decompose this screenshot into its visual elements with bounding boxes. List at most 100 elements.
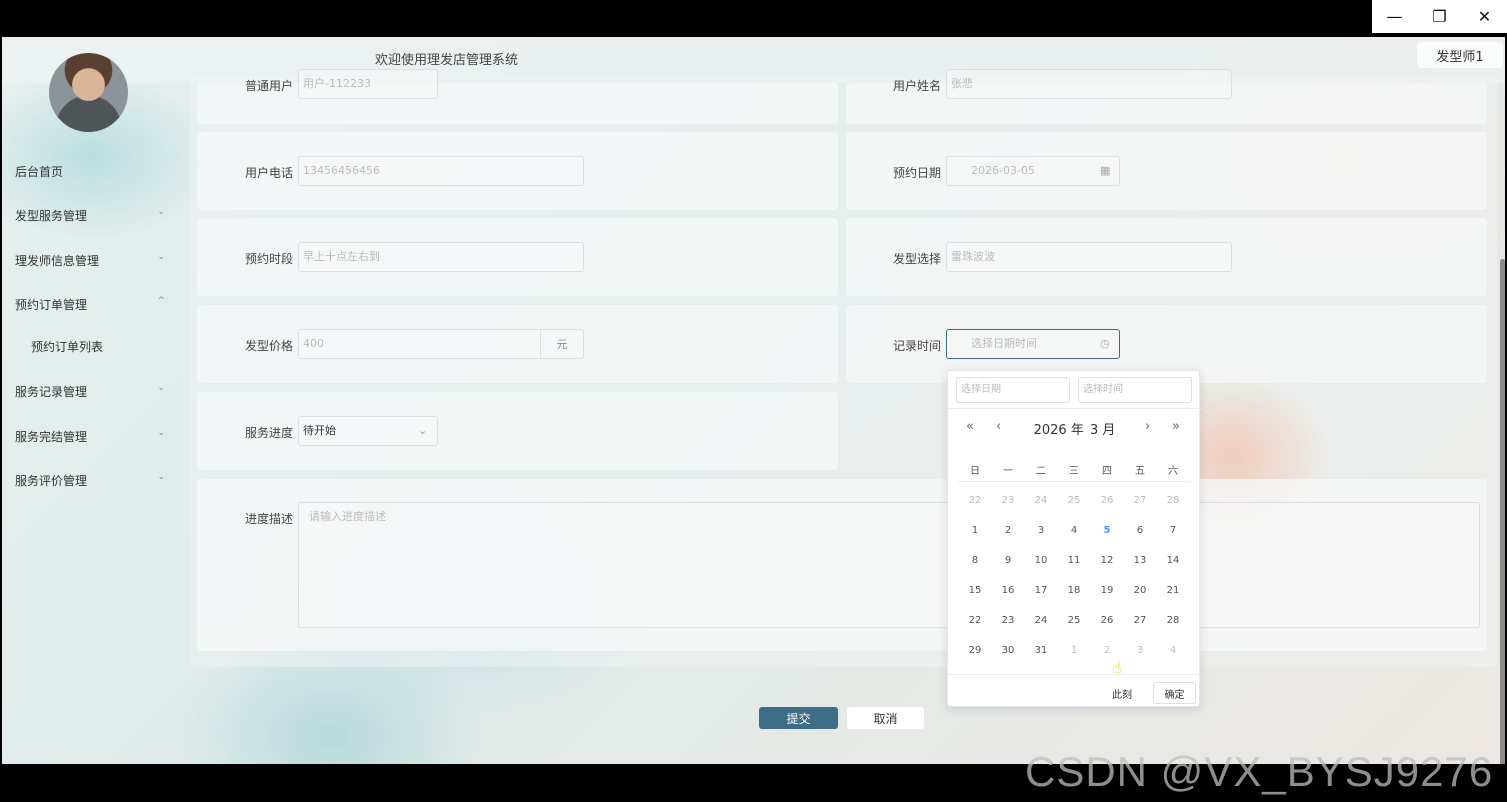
- calendar-day[interactable]: 4: [1161, 645, 1185, 656]
- calendar-day[interactable]: 2: [1095, 645, 1119, 656]
- calendar-day[interactable]: 4: [1062, 525, 1086, 536]
- progress-select[interactable]: 待开始: [298, 416, 438, 446]
- calendar-day[interactable]: 27: [1128, 615, 1152, 626]
- calendar-day[interactable]: 12: [1095, 555, 1119, 566]
- phone-field[interactable]: 13456456456: [298, 156, 584, 186]
- calendar-day[interactable]: 24: [1029, 615, 1053, 626]
- calendar-day[interactable]: 28: [1161, 495, 1185, 506]
- submit-button[interactable]: 提交: [759, 707, 838, 729]
- avatar[interactable]: [49, 53, 128, 132]
- calendar-day[interactable]: 31: [1029, 645, 1053, 656]
- price-field[interactable]: 400: [298, 329, 541, 359]
- chevron-down-icon: ⌄: [157, 383, 165, 393]
- confirm-button[interactable]: 确定: [1153, 682, 1196, 704]
- calendar-day[interactable]: 10: [1029, 555, 1053, 566]
- minimize-button[interactable]: —: [1372, 0, 1417, 33]
- calendar-day[interactable]: 3: [1029, 525, 1053, 536]
- sidebar-item-service-completion[interactable]: 服务完结管理 ⌄: [15, 428, 165, 445]
- calendar-day[interactable]: 19: [1095, 585, 1119, 596]
- date-label: 预约日期: [893, 166, 942, 180]
- form-row-date: [846, 132, 1487, 210]
- sidebar-item-label: 理发师信息管理: [15, 254, 100, 268]
- calendar-day[interactable]: 18: [1062, 585, 1086, 596]
- slot-field[interactable]: 早上十点左右到: [298, 242, 584, 272]
- form-row-progress: [197, 392, 838, 470]
- calendar-day[interactable]: 14: [1161, 555, 1185, 566]
- next-month-button[interactable]: ›: [1145, 419, 1150, 434]
- record-time-field[interactable]: 选择日期时间: [946, 329, 1120, 359]
- account-select[interactable]: 用户-112233: [298, 69, 438, 99]
- watermark: CSDN @VX_BYSJ9276: [1025, 748, 1494, 795]
- sidebar-subitem-booking-list[interactable]: 预约订单列表: [31, 338, 103, 355]
- desc-textarea[interactable]: 请输入进度描述: [298, 502, 1480, 628]
- calendar-day[interactable]: 27: [1128, 495, 1152, 506]
- user-menu-button[interactable]: 发型师1: [1417, 42, 1503, 68]
- calendar-day[interactable]: 22: [963, 495, 987, 506]
- sidebar-item-booking-orders[interactable]: 预约订单管理 ^: [15, 296, 165, 313]
- name-label: 用户姓名: [893, 79, 942, 93]
- calendar-day[interactable]: 24: [1029, 495, 1053, 506]
- picker-month[interactable]: 3 月: [1090, 423, 1115, 438]
- calendar-day[interactable]: 26: [1095, 615, 1119, 626]
- calendar-day[interactable]: 25: [1062, 615, 1086, 626]
- close-button[interactable]: ✕: [1462, 0, 1507, 33]
- calendar-day[interactable]: 13: [1128, 555, 1152, 566]
- calendar-day[interactable]: 17: [1029, 585, 1053, 596]
- picker-footer-divider: [948, 674, 1201, 675]
- weekday-label: 四: [1102, 466, 1112, 477]
- calendar-day[interactable]: 9: [996, 555, 1020, 566]
- picker-time-input[interactable]: 选择时间: [1078, 377, 1192, 403]
- name-field[interactable]: 张悲: [946, 69, 1232, 99]
- calendar-day[interactable]: 5: [1095, 525, 1119, 536]
- sidebar-item-barber-info[interactable]: 理发师信息管理 ⌄: [15, 252, 165, 269]
- cancel-button[interactable]: 取消: [847, 707, 924, 729]
- calendar-day[interactable]: 16: [996, 585, 1020, 596]
- picker-year[interactable]: 2026 年: [1034, 423, 1084, 438]
- calendar-day[interactable]: 22: [963, 615, 987, 626]
- clock-icon: ◷: [1100, 337, 1110, 350]
- calendar-day[interactable]: 23: [996, 615, 1020, 626]
- calendar-day[interactable]: 1: [1062, 645, 1086, 656]
- calendar-day[interactable]: 6: [1128, 525, 1152, 536]
- restore-button[interactable]: ❐: [1417, 0, 1462, 33]
- sidebar-item-home[interactable]: 后台首页: [15, 163, 165, 180]
- next-year-button[interactable]: »: [1172, 419, 1180, 434]
- calendar-day[interactable]: 26: [1095, 495, 1119, 506]
- picker-date-input[interactable]: 选择日期: [956, 377, 1070, 403]
- calendar-day[interactable]: 23: [996, 495, 1020, 506]
- scrollbar[interactable]: [1500, 259, 1505, 764]
- hand-cursor-icon: ☝: [1112, 658, 1122, 677]
- chevron-down-icon: ⌄: [157, 472, 165, 482]
- style-field[interactable]: 雷珠波波: [946, 242, 1232, 272]
- calendar-day[interactable]: 8: [963, 555, 987, 566]
- calendar-day[interactable]: 21: [1161, 585, 1185, 596]
- calendar-day[interactable]: 28: [1161, 615, 1185, 626]
- calendar-day[interactable]: 11: [1062, 555, 1086, 566]
- weekday-label: 二: [1036, 466, 1046, 477]
- calendar-day[interactable]: 25: [1062, 495, 1086, 506]
- calendar-day[interactable]: 29: [963, 645, 987, 656]
- app-window: 欢迎使用理发店管理系统 发型师1 后台首页 发型服务管理 ⌄ 理发师信息管理 ⌄…: [2, 37, 1505, 764]
- calendar-day[interactable]: 30: [996, 645, 1020, 656]
- sidebar-item-service-reviews[interactable]: 服务评价管理 ⌄: [15, 472, 165, 489]
- weekday-label: 六: [1168, 466, 1178, 477]
- window-controls: — ❐ ✕: [1372, 0, 1507, 33]
- account-label: 普通用户: [245, 79, 294, 93]
- chevron-down-icon: ⌄: [157, 252, 165, 262]
- calendar-day[interactable]: 20: [1128, 585, 1152, 596]
- form-row-account: [197, 83, 838, 124]
- datetime-picker-popup: 选择日期 选择时间 « ‹ 2026 年 3 月 › » 日一二三四五六 22 2…: [947, 370, 1201, 707]
- calendar-day[interactable]: 15: [963, 585, 987, 596]
- sidebar-item-hairstyle-service[interactable]: 发型服务管理 ⌄: [15, 207, 165, 224]
- chevron-down-icon: ⌄: [418, 424, 428, 437]
- system-title: 欢迎使用理发店管理系统: [375, 53, 519, 68]
- calendar-day[interactable]: 2: [996, 525, 1020, 536]
- calendar-day[interactable]: 7: [1161, 525, 1185, 536]
- sidebar-item-service-records[interactable]: 服务记录管理 ⌄: [15, 383, 165, 400]
- date-field[interactable]: 2026-03-05: [946, 156, 1120, 186]
- calendar-day[interactable]: 1: [963, 525, 987, 536]
- calendar-day[interactable]: 3: [1128, 645, 1152, 656]
- now-button[interactable]: 此刻: [1101, 682, 1143, 704]
- chevron-down-icon: ⌄: [157, 207, 165, 217]
- weekday-label: 日: [970, 466, 980, 477]
